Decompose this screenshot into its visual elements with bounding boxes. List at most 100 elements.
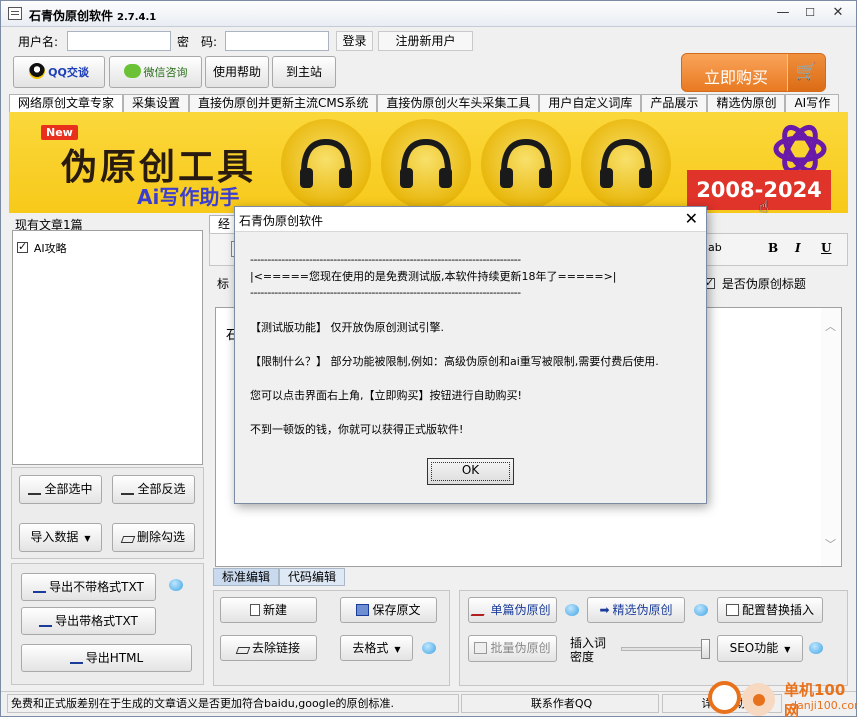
- promo-banner[interactable]: New 伪原创工具 Ai写作助手 2008-2024: [9, 112, 848, 213]
- dialog-line-purchase: 您可以点击界面右上角,【立即购买】按钮进行自助购买!: [250, 389, 522, 402]
- close-button[interactable]: ✕: [826, 4, 850, 22]
- article-label: AI攻略: [33, 242, 67, 255]
- dialog-line-trial-features: 【测试版功能】 仅开放伪原创测试引擎.: [250, 321, 444, 334]
- goto-site-button[interactable]: 到主站: [272, 56, 336, 88]
- help-bubble-icon[interactable]: [169, 579, 183, 591]
- remove-format-button[interactable]: 去格式 ▼: [340, 635, 413, 661]
- invert-selection-button[interactable]: 全部反选: [112, 475, 195, 504]
- tab-code-edit[interactable]: 代码编辑: [279, 568, 346, 586]
- tab-cms-update[interactable]: 直接伪原创并更新主流CMS系统: [189, 94, 378, 112]
- dialog-close-icon[interactable]: ✕: [685, 209, 698, 228]
- tab-products[interactable]: 产品展示: [641, 94, 708, 112]
- password-input[interactable]: [225, 31, 329, 51]
- ok-button[interactable]: OK: [427, 458, 514, 485]
- tab-ai-writing[interactable]: AI写作: [785, 94, 840, 112]
- density-label-line2: 密度: [570, 650, 595, 664]
- remove-format-label: 去格式: [352, 641, 389, 655]
- invert-icon: [121, 483, 135, 495]
- export-plain-label: 导出不带格式TXT: [49, 580, 144, 594]
- wechat-button[interactable]: 微信咨询: [109, 56, 202, 88]
- eraser-icon: [120, 536, 136, 543]
- tab-select-pseudo[interactable]: 精选伪原创: [707, 94, 786, 112]
- help-button[interactable]: 使用帮助: [205, 56, 269, 88]
- delete-checked-label: 删除勾选: [136, 530, 185, 544]
- banner-subline: Ai写作助手: [137, 185, 240, 209]
- export-formatted-txt-button[interactable]: 导出带格式TXT: [21, 607, 156, 635]
- highlight-icon[interactable]: ab: [708, 241, 722, 254]
- tab-standard-edit[interactable]: 标准编辑: [213, 568, 280, 586]
- version-label: 2.7.4.1: [117, 12, 157, 23]
- register-button[interactable]: 注册新用户: [378, 31, 473, 51]
- seo-label: SEO功能: [729, 641, 779, 655]
- underline-button[interactable]: U: [821, 241, 831, 255]
- login-button[interactable]: 登录: [336, 31, 373, 51]
- import-data-button[interactable]: 导入数据 ▼: [19, 523, 102, 552]
- new-button[interactable]: 新建: [220, 597, 317, 623]
- headphones-icon: [381, 119, 471, 209]
- wechat-label: 微信咨询: [143, 66, 188, 79]
- density-label-line1: 插入词: [570, 636, 607, 650]
- save-original-button[interactable]: 保存原文: [340, 597, 437, 623]
- qq-chat-button[interactable]: QQ交谈: [13, 56, 105, 88]
- qq-icon: [29, 63, 46, 79]
- article-checkbox[interactable]: [17, 240, 28, 253]
- batch-icon: [474, 642, 488, 654]
- arrow-right-icon: ➡: [599, 603, 610, 617]
- contact-author-link[interactable]: 联系作者QQ: [461, 694, 659, 713]
- export-html-button[interactable]: 导出HTML: [21, 644, 192, 672]
- watermark-inner-dot-icon: [753, 694, 765, 706]
- batch-pseudo-button[interactable]: 批量伪原创: [468, 635, 557, 662]
- seo-button[interactable]: SEO功能 ▼: [717, 635, 803, 662]
- maximize-button[interactable]: ☐: [798, 4, 822, 22]
- main-tabs: 网络原创文章专家 采集设置 直接伪原创并更新主流CMS系统 直接伪原创火车头采集…: [9, 94, 840, 112]
- buy-now-button[interactable]: 立即购买 🛒: [681, 53, 826, 92]
- editor-scrollbar[interactable]: ︿ ﹀: [821, 308, 841, 566]
- delete-checked-button[interactable]: 删除勾选: [112, 523, 195, 552]
- dropdown-arrow-icon: ▼: [784, 645, 791, 654]
- help-bubble-icon[interactable]: [809, 642, 823, 654]
- density-slider-thumb[interactable]: [701, 639, 710, 659]
- dropdown-arrow-icon: ▼: [84, 534, 91, 543]
- pseudo-title-option[interactable]: 是否伪原创标题: [704, 275, 806, 292]
- tab-article-expert[interactable]: 网络原创文章专家: [9, 94, 124, 112]
- tab-classic-fragment[interactable]: 经: [209, 215, 237, 233]
- help-bubble-icon[interactable]: [565, 604, 579, 616]
- remove-links-label: 去除链接: [251, 641, 300, 655]
- density-label: 插入词 密度: [570, 636, 606, 664]
- dropdown-arrow-icon: ▼: [394, 645, 401, 654]
- main-window: 石青伪原创软件 2.7.4.1 — ☐ ✕ 用户名: 密 码: 登录 注册新用户 …: [0, 0, 857, 717]
- scroll-down-icon[interactable]: ﹀: [825, 536, 836, 552]
- remove-links-button[interactable]: 去除链接: [220, 635, 317, 661]
- help-bubble-icon[interactable]: [422, 642, 436, 654]
- dialog-title-bar: 石青伪原创软件 ✕: [235, 207, 706, 232]
- dialog-line-limitations: 【限制什么？】 部分功能被限制,例如：高级伪原创和ai重写被限制,需要付费后使用…: [250, 355, 659, 368]
- headphones-icon: [281, 119, 371, 209]
- export-icon: [33, 581, 47, 593]
- single-pseudo-button[interactable]: 单篇伪原创: [468, 597, 557, 623]
- hand-cursor-icon: ☝: [759, 197, 769, 216]
- status-message: 免费和正式版差别在于生成的文章语义是否更加符合baidu,google的原创标准…: [7, 694, 459, 713]
- username-input[interactable]: [67, 31, 171, 51]
- tab-collect-settings[interactable]: 采集设置: [123, 94, 190, 112]
- list-item[interactable]: AI攻略: [17, 240, 67, 256]
- scroll-up-icon[interactable]: ︿: [825, 318, 836, 334]
- tab-locomotive[interactable]: 直接伪原创火车头采集工具: [377, 94, 540, 112]
- select-pseudo-button[interactable]: ➡ 精选伪原创: [587, 597, 685, 623]
- density-slider-track[interactable]: [621, 647, 710, 651]
- article-list[interactable]: AI攻略: [12, 230, 203, 465]
- italic-button[interactable]: I: [795, 241, 801, 255]
- minimize-button[interactable]: —: [771, 4, 795, 22]
- new-label: 新建: [262, 603, 287, 617]
- cart-icon: 🛒: [787, 54, 825, 91]
- title-bar: 石青伪原创软件 2.7.4.1 — ☐ ✕: [1, 1, 856, 27]
- tab-custom-dict[interactable]: 用户自定义词库: [539, 94, 642, 112]
- select-all-button[interactable]: 全部选中: [19, 475, 102, 504]
- bold-button[interactable]: B: [768, 241, 778, 255]
- help-bubble-icon[interactable]: [694, 604, 708, 616]
- export-plain-txt-button[interactable]: 导出不带格式TXT: [21, 573, 156, 601]
- dialog-banner-line: |<=====您现在使用的是免费测试版,本软件持续更新18年了=====>|: [250, 270, 617, 283]
- pen-icon: [471, 604, 491, 616]
- invert-label: 全部反选: [137, 482, 186, 496]
- editor-mode-tabs: 标准编辑 代码编辑: [213, 568, 346, 586]
- config-replace-button[interactable]: 配置替换插入: [717, 597, 823, 623]
